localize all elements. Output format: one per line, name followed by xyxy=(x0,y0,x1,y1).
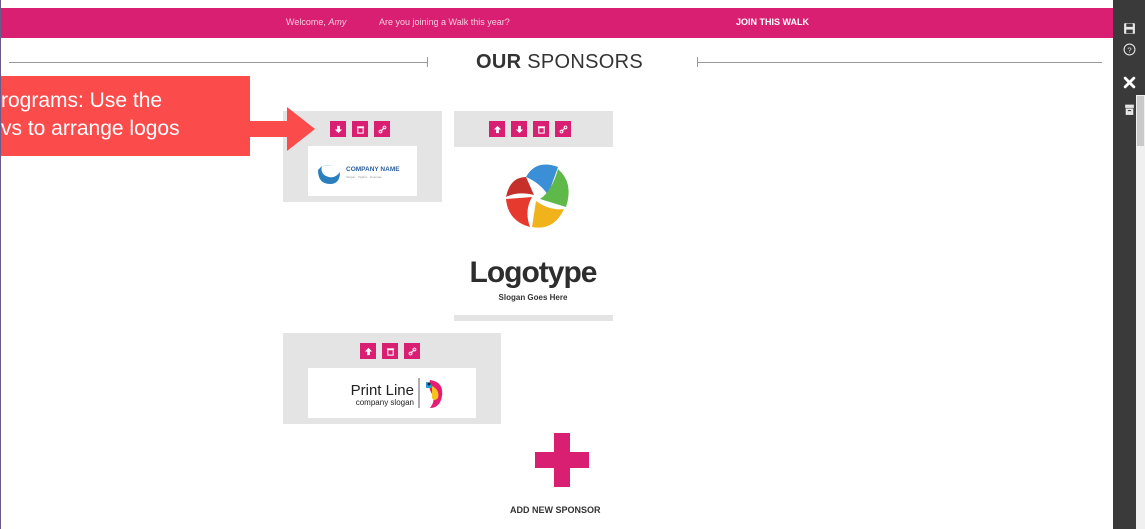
archive-icon xyxy=(1124,104,1134,115)
trash-icon xyxy=(537,125,545,134)
sponsor-controls xyxy=(489,121,571,137)
sponsor-logo: Logotype Slogan Goes Here xyxy=(454,147,613,315)
move-down-button[interactable] xyxy=(511,121,527,137)
link-icon xyxy=(378,125,386,133)
callout-line-2: vs to arrange logos xyxy=(1,117,180,140)
tutorial-callout: rograms: Use the vs to arrange logos xyxy=(1,76,250,156)
callout-line-1: rograms: Use the xyxy=(1,89,163,112)
link-button[interactable] xyxy=(404,343,420,359)
user-name: Amy xyxy=(328,17,347,27)
link-icon xyxy=(559,125,567,133)
save-icon xyxy=(1123,22,1135,34)
help-button[interactable]: ? xyxy=(1121,41,1137,57)
arrow-down-icon xyxy=(334,125,342,133)
delete-button[interactable] xyxy=(533,121,549,137)
sponsors-heading: OUR SPONSORS xyxy=(1,50,1114,76)
arrow-up-icon xyxy=(493,125,501,133)
join-walk-link[interactable]: JOIN THIS WALK xyxy=(736,17,809,27)
svg-text:company slogan: company slogan xyxy=(356,398,414,407)
close-icon xyxy=(1123,76,1135,88)
sponsor-controls xyxy=(360,343,420,359)
svg-text:Logotype: Logotype xyxy=(470,256,597,289)
callout-arrow-icon xyxy=(249,107,315,151)
archive-button[interactable] xyxy=(1121,101,1137,117)
trash-icon xyxy=(356,125,364,134)
main-canvas: Welcome, Amy Are you joining a Walk this… xyxy=(0,0,1114,529)
svg-text:Slogan · Tagline · Example: Slogan · Tagline · Example xyxy=(346,175,382,179)
help-icon: ? xyxy=(1123,43,1135,55)
print-line-logo: Print Line company slogan xyxy=(351,378,443,408)
svg-text:?: ? xyxy=(1127,45,1131,54)
divider-right xyxy=(697,62,1102,63)
top-banner: Welcome, Amy Are you joining a Walk this… xyxy=(1,8,1114,38)
scrollbar-track[interactable] xyxy=(1136,95,1145,529)
delete-button[interactable] xyxy=(382,343,398,359)
page: Welcome, Amy Are you joining a Walk this… xyxy=(0,0,1145,529)
svg-text:Slogan Goes Here: Slogan Goes Here xyxy=(499,293,568,302)
arrow-up-icon xyxy=(364,347,372,355)
save-button[interactable] xyxy=(1121,20,1137,36)
logotype-logo: Logotype Slogan Goes Here xyxy=(470,164,598,302)
link-button[interactable] xyxy=(555,121,571,137)
divider-left xyxy=(9,62,427,63)
scrollbar-thumb[interactable] xyxy=(1137,96,1144,146)
add-sponsor-button[interactable]: ADD NEW SPONSOR xyxy=(510,505,601,515)
move-up-button[interactable] xyxy=(360,343,376,359)
sponsors-title: OUR SPONSORS xyxy=(476,51,643,73)
trash-icon xyxy=(386,347,394,356)
company-name-logo: COMPANY NAME Slogan · Tagline · Example xyxy=(318,165,400,184)
add-sponsor-plus-icon[interactable] xyxy=(535,433,589,487)
svg-text:Print Line: Print Line xyxy=(351,382,414,399)
svg-text:COMPANY NAME: COMPANY NAME xyxy=(346,166,400,173)
divider-left-tick xyxy=(427,57,428,67)
move-up-button[interactable] xyxy=(489,121,505,137)
sponsor-logo: COMPANY NAME Slogan · Tagline · Example xyxy=(308,146,417,196)
walk-question: Are you joining a Walk this year? xyxy=(379,17,510,27)
link-icon xyxy=(408,347,416,355)
sponsor-tile-2: Logotype Slogan Goes Here xyxy=(454,111,613,321)
close-button[interactable] xyxy=(1121,74,1137,90)
arrow-down-icon xyxy=(515,125,523,133)
sponsor-tile-3: Print Line company slogan xyxy=(283,333,501,424)
welcome-text: Welcome, Amy xyxy=(286,17,347,27)
sponsor-logo: Print Line company slogan xyxy=(308,368,476,418)
link-button[interactable] xyxy=(374,121,390,137)
delete-button[interactable] xyxy=(352,121,368,137)
sponsor-controls xyxy=(330,121,390,137)
move-down-button[interactable] xyxy=(330,121,346,137)
